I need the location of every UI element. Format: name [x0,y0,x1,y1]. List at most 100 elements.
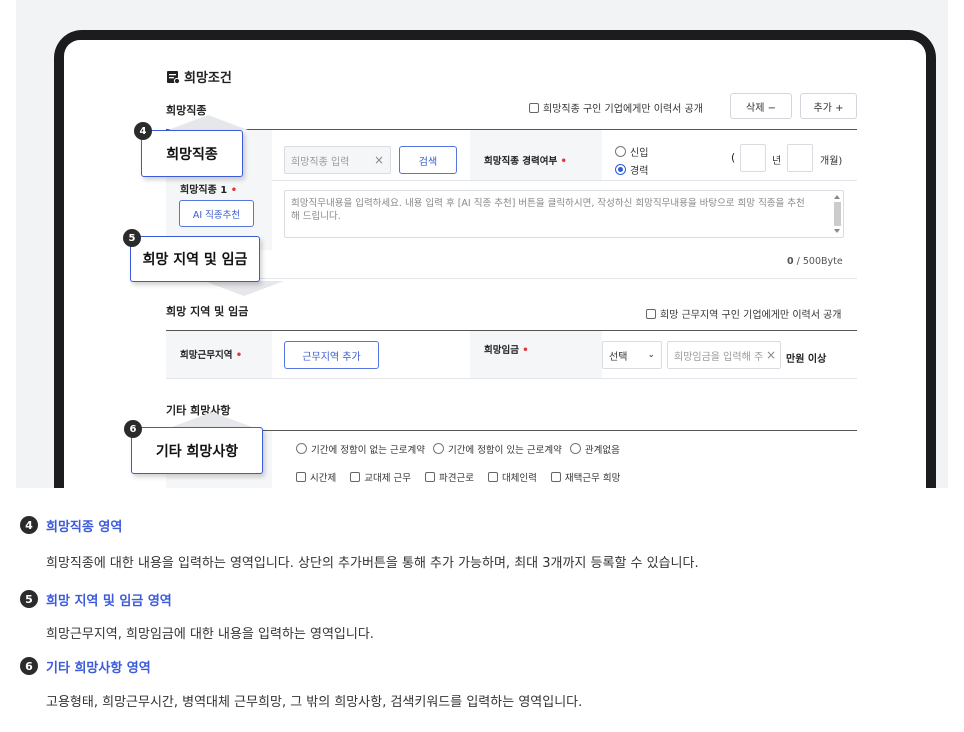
callout-job: 희망직종 [141,130,243,177]
wage-label-text: 희망임금 [484,345,519,356]
description-body: 희망근무지역, 희망임금에 대한 내용을 입력하는 영역입니다. [46,627,374,642]
radio-selected-icon [615,164,626,175]
region-section-header: 희망 지역 및 임금 [166,305,249,318]
radio-icon [569,443,581,454]
radio-label: 기간에 정함이 없는 근로계약 [311,445,425,456]
section-title-text: 희망조건 [184,71,232,86]
area-add-button[interactable]: 근무지역 추가 [284,341,379,369]
radio-option[interactable]: 기간에 정함이 없는 근로계약 [296,442,425,456]
divider [272,180,857,181]
callout-pointer [172,412,252,427]
screenshot-area: 희망조건 희망직종 희망직종 구인 기업에게만 이력서 공개 삭제 − 추가 +… [16,0,948,488]
paren-open: ( [731,151,736,164]
wage-select-value: 선택 [609,351,628,363]
area-label-text: 희망근무지역 [180,350,233,361]
job-input[interactable]: 희망직종 입력 × [284,146,391,174]
checkbox-option[interactable]: 교대제 근무 [350,470,411,484]
callout-pointer [168,115,248,130]
divider [166,278,857,279]
checkbox-label: 재택근무 희망 [564,473,621,484]
tablet-frame: 희망조건 희망직종 희망직종 구인 기업에게만 이력서 공개 삭제 − 추가 +… [54,30,936,488]
checkbox-icon [646,308,656,319]
document-icon [167,70,180,84]
radio-new-label: 신입 [630,148,649,159]
chevron-down-icon: ⌄ [647,350,655,360]
callout-number: 5 [123,229,141,247]
checkbox-icon [487,472,498,482]
callout-number: 4 [134,122,152,140]
employment-radio-group: 기간에 정함이 없는 근로계약 기간에 정함이 있는 근로계약 관계없음 [296,442,620,456]
work-type-checkbox-group: 시간제 교대제 근무 파견근로 대체인력 재택근무 희망 [296,470,620,484]
radio-exp[interactable]: 경력 [615,162,648,177]
month-unit: 개월) [820,156,843,167]
job-search-button[interactable]: 검색 [399,146,457,174]
textarea-placeholder: 희망직무내용을 입력하세요. 내용 입력 후 [AI 직종 추천] 버튼을 클릭… [291,198,805,222]
radio-option[interactable]: 관계없음 [569,442,620,456]
wage-input[interactable]: 희망임금을 입력해 주 × [667,341,781,369]
description-number: 4 [20,516,38,534]
radio-icon [615,146,626,157]
job-public-label: 희망직종 구인 기업에게만 이력서 공개 [543,104,703,115]
callout-label: 희망직종 [166,146,218,163]
callout-label: 희망 지역 및 임금 [142,252,248,268]
job-description-textarea[interactable]: 희망직무내용을 입력하세요. 내용 입력 후 [AI 직종 추천] 버튼을 클릭… [284,190,844,238]
description-body: 고용형태, 희망근무시간, 병역대체 근무희망, 그 밖의 희망사항, 검색키워… [46,695,583,710]
callout-etc: 기타 희망사항 [131,427,263,474]
region-public-label: 희망 근무지역 구인 기업에게만 이력서 공개 [660,310,842,321]
career-label-text: 희망직종 경력여부 [484,156,558,167]
job-label: 희망직종 1 • [180,185,238,196]
radio-option[interactable]: 기간에 정함이 있는 근로계약 [432,442,562,456]
checkbox-option[interactable]: 대체인력 [487,470,537,484]
checkbox-option[interactable]: 시간제 [296,470,336,484]
callout-number: 6 [124,420,142,438]
description-title: 희망직종 영역 [46,520,123,535]
form-screen: 희망조건 희망직종 희망직종 구인 기업에게만 이력서 공개 삭제 − 추가 +… [64,40,926,488]
radio-icon [296,443,307,454]
checkbox-icon [350,472,361,482]
job-input-placeholder: 희망직종 입력 [291,156,350,168]
region-public-checkbox[interactable]: 희망 근무지역 구인 기업에게만 이력서 공개 [646,306,842,321]
description-title: 기타 희망사항 영역 [46,661,151,676]
career-label: 희망직종 경력여부 • [484,156,567,167]
byte-count: 0 [787,256,794,267]
radio-exp-label: 경력 [630,166,649,177]
checkbox-option[interactable]: 재택근무 희망 [550,470,621,484]
job-delete-button[interactable]: 삭제 − [730,93,792,119]
checkbox-option[interactable]: 파견근로 [424,470,474,484]
wage-label: 희망임금 • [484,345,529,356]
job-label-text: 희망직종 1 [180,185,228,196]
checkbox-icon [529,102,539,113]
checkbox-label: 대체인력 [501,473,537,484]
wage-select[interactable]: 선택 ⌄ [602,341,662,369]
year-input[interactable] [740,144,766,172]
byte-counter: 0 / 500Byte [787,256,843,267]
radio-label: 관계없음 [584,445,620,456]
checkbox-icon [296,472,306,482]
radio-label: 기간에 정함이 있는 근로계약 [447,445,562,456]
checkbox-label: 교대제 근무 [364,473,411,484]
callout-region: 희망 지역 및 임금 [130,236,260,282]
description-number: 5 [20,590,38,608]
description-body: 희망직종에 대한 내용을 입력하는 영역입니다. 상단의 추가버튼을 통해 추가… [46,556,699,571]
clear-icon[interactable]: × [374,153,384,167]
textarea-scrollbar[interactable] [833,195,841,235]
divider [166,378,857,379]
byte-max: / 500Byte [796,256,843,267]
radio-icon [432,443,444,454]
description-number: 6 [20,657,38,675]
month-input[interactable] [787,144,813,172]
year-unit: 년 [772,156,782,167]
wage-placeholder: 희망임금을 입력해 주 [674,351,764,363]
radio-new[interactable]: 신입 [615,144,648,159]
section-title: 희망조건 [166,67,232,86]
checkbox-icon [424,472,435,482]
callout-label: 기타 희망사항 [155,443,239,460]
job-public-checkbox[interactable]: 희망직종 구인 기업에게만 이력서 공개 [529,100,703,115]
checkbox-label: 파견근로 [438,473,474,484]
checkbox-icon [550,472,561,482]
checkbox-label: 시간제 [310,473,337,484]
job-add-button[interactable]: 추가 + [800,93,857,119]
clear-icon[interactable]: × [766,348,776,362]
ai-recommend-button[interactable]: AI 직종추천 [179,200,254,227]
callout-pointer [204,281,284,296]
